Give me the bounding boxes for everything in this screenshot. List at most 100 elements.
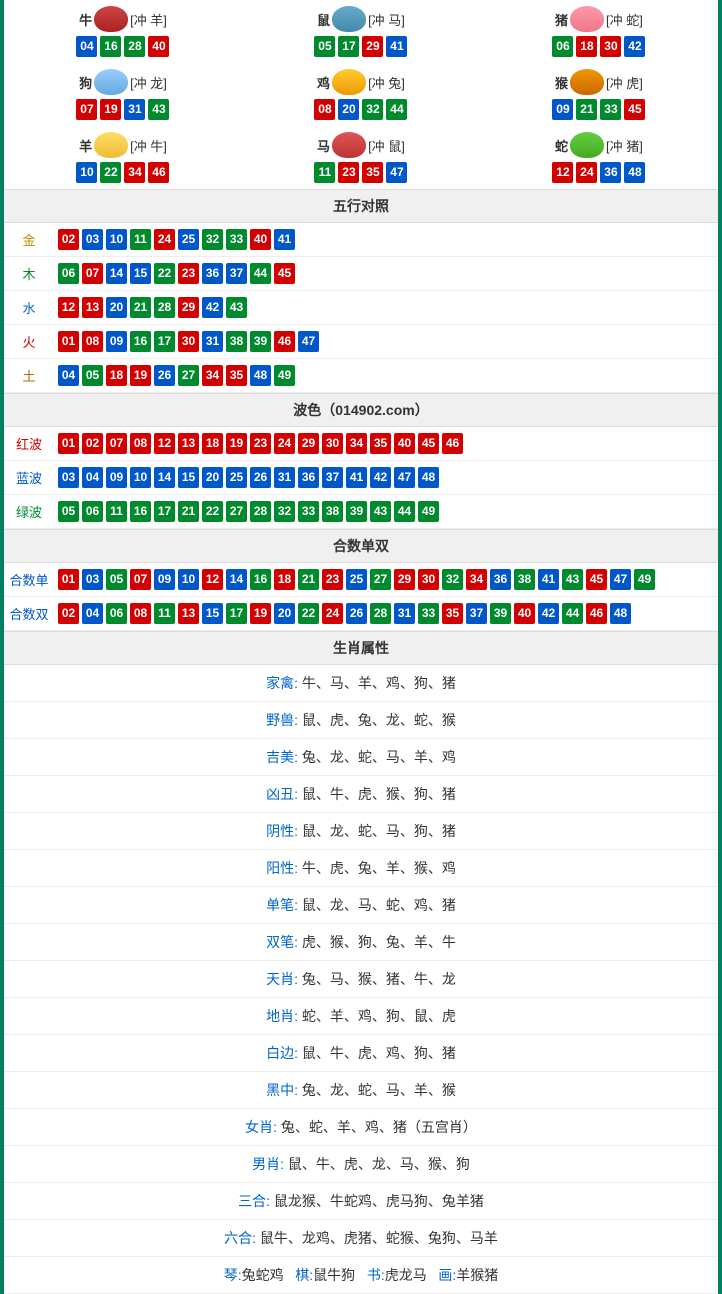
zodiac-balls: 05172941 <box>242 36 480 57</box>
zodiac-cell: 蛇[冲 猪]12243648 <box>480 126 718 189</box>
zodiac-name: 猴 <box>555 73 568 92</box>
attr-row: 家禽: 牛、马、羊、鸡、狗、猪 <box>4 665 718 702</box>
number-ball: 42 <box>624 36 645 57</box>
number-ball: 32 <box>202 229 223 250</box>
number-ball: 11 <box>314 162 335 183</box>
number-ball: 24 <box>274 433 295 454</box>
zodiac-balls: 06183042 <box>480 36 718 57</box>
number-ball: 07 <box>82 263 103 284</box>
number-ball: 38 <box>322 501 343 522</box>
attr-value: 鼠龙猴、牛蛇鸡、虎马狗、兔羊猪 <box>270 1193 484 1209</box>
zodiac-conflict: [冲 牛] <box>130 136 167 155</box>
number-ball: 05 <box>314 36 335 57</box>
number-ball: 10 <box>106 229 127 250</box>
attr-label: 天肖: <box>266 971 298 987</box>
wuxing-label: 土 <box>4 362 54 389</box>
number-ball: 34 <box>346 433 367 454</box>
wuxing-balls: 0108091617303138394647 <box>54 326 718 357</box>
number-ball: 31 <box>124 99 145 120</box>
number-ball: 10 <box>76 162 97 183</box>
number-ball: 36 <box>202 263 223 284</box>
wuxing-row: 土04051819262734354849 <box>4 359 718 393</box>
number-ball: 30 <box>418 569 439 590</box>
number-ball: 47 <box>394 467 415 488</box>
zodiac-balls: 10223446 <box>4 162 242 183</box>
number-ball: 29 <box>178 297 199 318</box>
number-ball: 08 <box>130 603 151 624</box>
number-ball: 15 <box>202 603 223 624</box>
zodiac-conflict: [冲 兔] <box>368 73 405 92</box>
attr-value: 鼠、龙、马、蛇、鸡、猪 <box>298 897 456 913</box>
zodiac-conflict: [冲 蛇] <box>606 10 643 29</box>
attr-label: 黑中: <box>266 1082 298 1098</box>
number-ball: 15 <box>178 467 199 488</box>
bose-row: 绿波05061116172122272832333839434449 <box>4 495 718 529</box>
zodiac-name: 蛇 <box>555 136 568 155</box>
bose-balls: 03040910141520252631363741424748 <box>54 462 718 493</box>
wuxing-row: 水1213202128294243 <box>4 291 718 325</box>
number-ball: 30 <box>600 36 621 57</box>
zodiac-name: 鸡 <box>317 73 330 92</box>
heshu-header: 合数单双 <box>4 529 718 563</box>
number-ball: 42 <box>538 603 559 624</box>
footer-b-value: 鼠牛狗 <box>313 1267 355 1283</box>
attr-value: 牛、虎、兔、羊、猴、鸡 <box>298 860 456 876</box>
number-ball: 48 <box>418 467 439 488</box>
attr-value: 鼠、牛、虎、猴、狗、猪 <box>298 786 456 802</box>
attr-label: 女肖: <box>245 1119 277 1135</box>
zodiac-balls: 07193143 <box>4 99 242 120</box>
number-ball: 38 <box>226 331 247 352</box>
attr-label: 男肖: <box>252 1156 284 1172</box>
zodiac-狗-icon <box>94 69 128 95</box>
number-ball: 41 <box>274 229 295 250</box>
heshu-label: 合数单 <box>4 566 54 593</box>
heshu-label: 合数双 <box>4 600 54 627</box>
zodiac-conflict: [冲 羊] <box>130 10 167 29</box>
number-ball: 44 <box>250 263 271 284</box>
attr-row: 单笔: 鼠、龙、马、蛇、鸡、猪 <box>4 887 718 924</box>
number-ball: 44 <box>386 99 407 120</box>
number-ball: 28 <box>154 297 175 318</box>
attr-value: 鼠、牛、虎、鸡、狗、猪 <box>298 1045 456 1061</box>
zodiac-蛇-icon <box>570 132 604 158</box>
number-ball: 39 <box>250 331 271 352</box>
wuxing-label: 金 <box>4 226 54 253</box>
number-ball: 45 <box>586 569 607 590</box>
number-ball: 24 <box>154 229 175 250</box>
number-ball: 17 <box>154 501 175 522</box>
attr-row: 白边: 鼠、牛、虎、鸡、狗、猪 <box>4 1035 718 1072</box>
number-ball: 43 <box>148 99 169 120</box>
number-ball: 27 <box>226 501 247 522</box>
zodiac-猴-icon <box>570 69 604 95</box>
number-ball: 14 <box>106 263 127 284</box>
attr-label: 白边: <box>266 1045 298 1061</box>
number-ball: 20 <box>338 99 359 120</box>
bose-label: 红波 <box>4 430 54 457</box>
attr-label: 凶丑: <box>266 786 298 802</box>
number-ball: 44 <box>562 603 583 624</box>
number-ball: 06 <box>82 501 103 522</box>
zodiac-balls: 04162840 <box>4 36 242 57</box>
attr-value: 牛、马、羊、鸡、狗、猪 <box>298 675 456 691</box>
number-ball: 29 <box>394 569 415 590</box>
zodiac-cell: 猴[冲 虎]09213345 <box>480 63 718 126</box>
attr-row: 天肖: 兔、马、猴、猪、牛、龙 <box>4 961 718 998</box>
number-ball: 09 <box>154 569 175 590</box>
number-ball: 28 <box>250 501 271 522</box>
zodiac-balls: 11233547 <box>242 162 480 183</box>
number-ball: 17 <box>226 603 247 624</box>
wuxing-balls: 04051819262734354849 <box>54 360 718 391</box>
number-ball: 21 <box>576 99 597 120</box>
zodiac-balls: 09213345 <box>480 99 718 120</box>
attr-value: 兔、马、猴、猪、牛、龙 <box>298 971 456 987</box>
number-ball: 39 <box>346 501 367 522</box>
attr-header: 生肖属性 <box>4 631 718 665</box>
number-ball: 17 <box>338 36 359 57</box>
wuxing-balls: 02031011242532334041 <box>54 224 718 255</box>
number-ball: 08 <box>314 99 335 120</box>
attr-label: 双笔: <box>266 934 298 950</box>
zodiac-cell: 鸡[冲 兔]08203244 <box>242 63 480 126</box>
heshu-balls: 0103050709101214161821232527293032343638… <box>54 564 718 595</box>
number-ball: 40 <box>148 36 169 57</box>
number-ball: 20 <box>202 467 223 488</box>
